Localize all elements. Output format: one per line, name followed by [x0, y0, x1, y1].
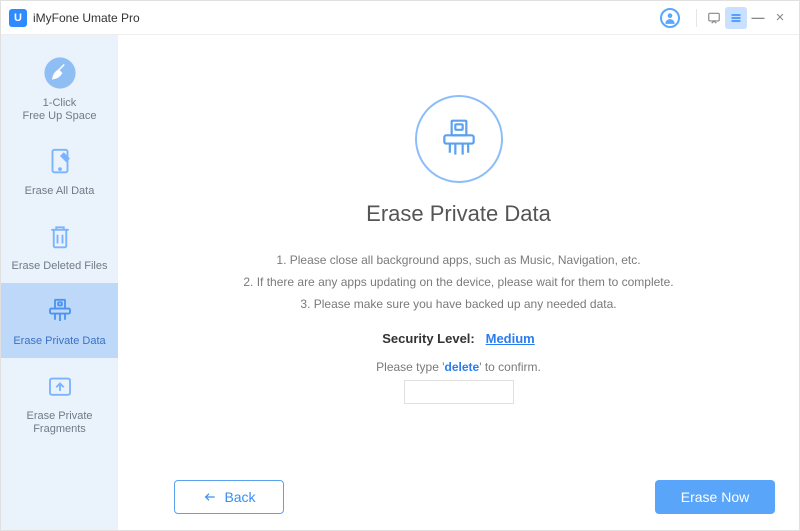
sidebar-item-label: Erase Private Fragments [26, 410, 92, 436]
separator [696, 9, 697, 27]
app-title: iMyFone Umate Pro [33, 11, 140, 25]
minimize-button[interactable]: — [747, 7, 769, 29]
erase-private-hero-icon [415, 95, 503, 183]
shredder-icon [42, 293, 78, 329]
titlebar: U iMyFone Umate Pro — × [1, 1, 799, 35]
security-level-link[interactable]: Medium [486, 331, 535, 346]
main-panel: Erase Private Data 1. Please close all b… [118, 35, 799, 530]
sidebar-item-erase-fragments[interactable]: Erase Private Fragments [1, 358, 118, 446]
trash-icon [42, 218, 78, 254]
back-arrow-icon [202, 490, 218, 504]
app-fragments-icon [42, 368, 78, 404]
sidebar-item-label: 1-Click Free Up Space [23, 97, 97, 123]
feedback-icon[interactable] [703, 7, 725, 29]
page-heading: Erase Private Data [366, 201, 551, 227]
sidebar-item-free-up-space[interactable]: 1-Click Free Up Space [1, 45, 118, 133]
confirm-input[interactable] [404, 380, 514, 404]
sidebar-item-erase-deleted[interactable]: Erase Deleted Files [1, 208, 118, 283]
security-level-label: Security Level: [382, 331, 475, 346]
confirm-instruction: Please type 'delete' to confirm. [376, 360, 541, 374]
security-level-row: Security Level: Medium [382, 331, 535, 346]
confirm-keyword: delete [445, 360, 480, 374]
close-button[interactable]: × [769, 7, 791, 29]
back-button-label: Back [224, 489, 255, 505]
app-window: U iMyFone Umate Pro — × 1-Click Free Up … [0, 0, 800, 531]
sidebar-item-label: Erase Private Data [13, 335, 105, 348]
sidebar-item-label: Erase All Data [25, 185, 95, 198]
app-logo-icon: U [9, 9, 27, 27]
sidebar-item-erase-all[interactable]: Erase All Data [1, 133, 118, 208]
user-avatar-icon[interactable] [660, 8, 680, 28]
instruction-line: 1. Please close all background apps, suc… [276, 249, 640, 271]
instruction-line: 3. Please make sure you have backed up a… [300, 293, 616, 315]
broom-icon [42, 55, 78, 91]
sidebar-item-erase-private[interactable]: Erase Private Data [1, 283, 118, 358]
sidebar: 1-Click Free Up Space Erase All Data Era… [1, 35, 118, 530]
instruction-line: 2. If there are any apps updating on the… [243, 271, 673, 293]
back-button[interactable]: Back [174, 480, 284, 514]
erase-now-button[interactable]: Erase Now [655, 480, 775, 514]
sidebar-item-label: Erase Deleted Files [12, 260, 108, 273]
footer: Back Erase Now [118, 480, 799, 514]
menu-icon[interactable] [725, 7, 747, 29]
phone-erase-icon [42, 143, 78, 179]
erase-now-label: Erase Now [681, 489, 749, 505]
